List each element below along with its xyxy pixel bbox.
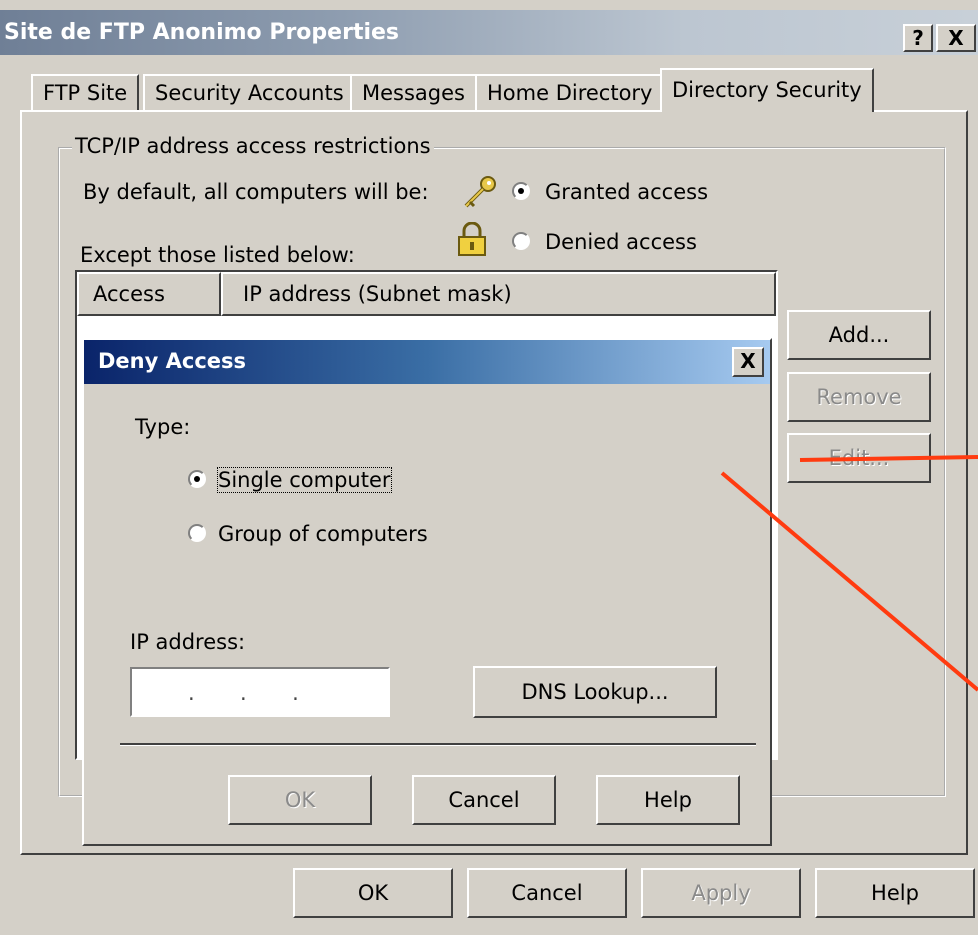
annotation-line-dialog <box>720 471 978 692</box>
properties-window: Site de FTP Anonimo Properties ? X FTP S… <box>0 0 978 935</box>
tab-directory-security[interactable]: Directory Security <box>660 68 874 112</box>
annotation-lines <box>720 455 978 692</box>
annotation-line-edit <box>799 455 978 462</box>
